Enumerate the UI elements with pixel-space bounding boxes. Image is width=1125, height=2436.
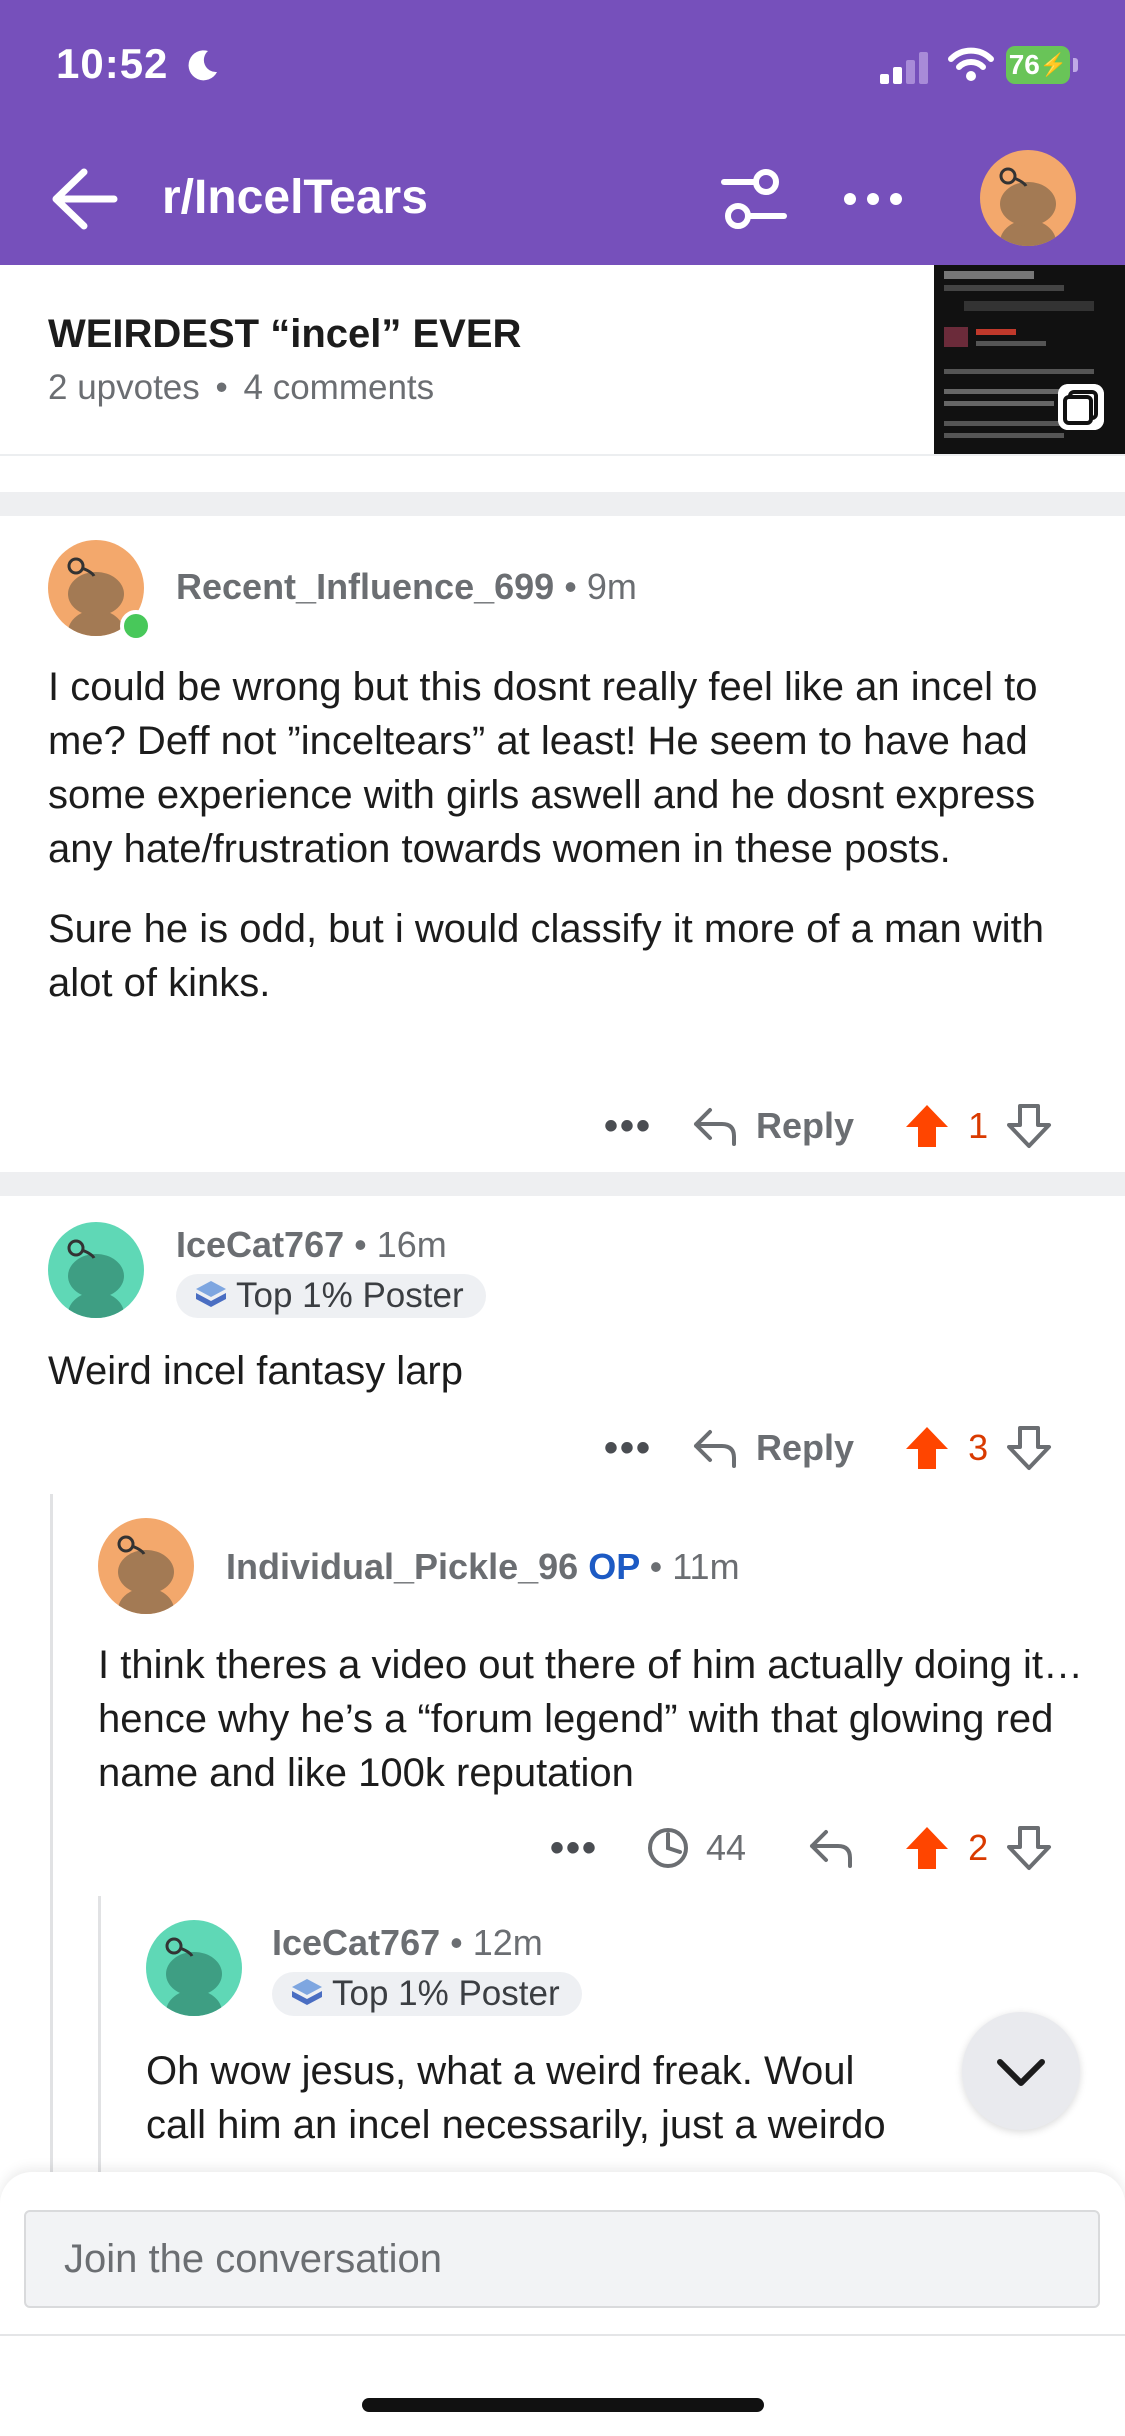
section-divider [0, 492, 1125, 516]
username[interactable]: IceCat767 [272, 1922, 440, 1963]
vote-count: 2 [968, 1827, 989, 1868]
status-time: 10:52 [56, 40, 169, 87]
more-options-icon[interactable] [840, 176, 906, 222]
snoo-avatar-icon [165, 1937, 222, 2016]
upvote-icon[interactable] [904, 1425, 950, 1471]
commenter-avatar[interactable] [98, 1518, 194, 1614]
comment-paragraph: I could be wrong but this dosnt really f… [48, 665, 1038, 871]
filter-sort-icon[interactable] [718, 164, 790, 236]
comment-paragraph: Sure he is odd, but i would classify it … [48, 907, 1045, 1005]
snoo-avatar-icon [67, 1239, 124, 1318]
comment-paragraph: I think theres a video out there of him … [98, 1643, 1083, 1795]
reply-icon[interactable] [692, 1106, 738, 1146]
join-conversation-input[interactable]: Join the conversation [24, 2210, 1100, 2308]
comment-time: 12m [472, 1922, 543, 1963]
reply-icon[interactable] [808, 1828, 854, 1868]
username[interactable]: Individual_Pickle_96 [226, 1546, 578, 1587]
comment-paragraph: call him an incel necessarily, just a we… [146, 2103, 886, 2147]
downvote-icon[interactable] [1006, 1425, 1052, 1471]
comment-header: Recent_Influence_699 • 9m [176, 566, 637, 607]
comment-header: Individual_Pickle_96 OP • 11m [226, 1546, 740, 1587]
comment-count: 4 comments [243, 368, 435, 407]
battery-level: 76 [1008, 49, 1040, 80]
reply-button[interactable]: Reply [756, 1427, 854, 1469]
composer-placeholder: Join the conversation [64, 2236, 443, 2281]
upvote-icon[interactable] [904, 1103, 950, 1149]
battery-indicator: 76 ⚡ [1006, 46, 1078, 86]
post-title[interactable]: WEIRDEST “incel” EVER [48, 312, 521, 357]
username[interactable]: IceCat767 [176, 1224, 344, 1265]
section-divider [0, 1172, 1125, 1196]
reply-icon[interactable] [692, 1428, 738, 1468]
thread-line[interactable] [50, 1494, 53, 2174]
comment-time: 11m [672, 1546, 740, 1587]
comment-body: I could be wrong but this dosnt really f… [48, 660, 1078, 1010]
commenter-avatar[interactable] [48, 1222, 144, 1318]
comment-header: IceCat767 • 16m [176, 1224, 447, 1265]
reply-button[interactable]: Reply [756, 1105, 854, 1147]
top-poster-badge-icon [292, 1979, 322, 2005]
divider [0, 454, 1125, 456]
comment-actions: ••• 44 2 [550, 1820, 1052, 1876]
comment-actions: ••• Reply 3 [604, 1420, 1052, 1476]
subreddit-title[interactable]: r/IncelTears [162, 170, 428, 225]
more-options-icon[interactable]: ••• [604, 1426, 652, 1471]
online-status-dot [120, 610, 152, 642]
commenter-avatar[interactable] [146, 1920, 242, 2016]
home-indicator[interactable] [362, 2398, 764, 2412]
snoo-avatar-icon [117, 1535, 174, 1614]
more-options-icon[interactable]: ••• [550, 1826, 598, 1871]
comment-paragraph: Weird incel fantasy larp [48, 1349, 463, 1393]
comment-time: 9m [586, 566, 637, 607]
back-arrow-icon[interactable] [48, 166, 120, 232]
top-app-bar: 10:52 76 ⚡ r/IncelTears [0, 0, 1125, 265]
chevron-down-icon [997, 2059, 1045, 2086]
comment-time: 16m [376, 1224, 447, 1265]
user-avatar[interactable] [980, 150, 1076, 246]
op-badge: OP [588, 1546, 640, 1587]
downvote-icon[interactable] [1006, 1825, 1052, 1871]
flair-text: Top 1% Poster [332, 1974, 560, 2013]
next-comment-button[interactable] [962, 2012, 1080, 2130]
comment-body: Oh wow jesus, what a weird freak. Woul c… [146, 2044, 1046, 2152]
user-flair: Top 1% Poster [272, 1972, 582, 2016]
meta-separator: • [215, 368, 228, 407]
comment-paragraph: Oh wow jesus, what a weird freak. Woul [146, 2049, 855, 2093]
signal-icon [880, 52, 928, 84]
vote-count: 3 [968, 1427, 989, 1468]
comment-body: I think theres a video out there of him … [98, 1638, 1088, 1800]
comment-header: IceCat767 • 12m [272, 1922, 543, 1963]
more-options-icon[interactable]: ••• [604, 1104, 652, 1149]
comment-body: Weird incel fantasy larp [48, 1344, 1078, 1398]
username[interactable]: Recent_Influence_699 [176, 566, 554, 607]
user-flair: Top 1% Poster [176, 1274, 486, 1318]
award-count: 44 [706, 1827, 747, 1868]
wifi-icon [948, 47, 994, 81]
upvote-count: 2 upvotes [48, 368, 200, 407]
comment-actions: ••• Reply 1 [604, 1098, 1052, 1154]
post-meta: 2 upvotes • 4 comments [48, 368, 434, 408]
gallery-icon [1058, 384, 1104, 430]
top-poster-badge-icon [196, 1281, 226, 1307]
thread-line[interactable] [98, 1896, 101, 2174]
vote-count: 1 [968, 1105, 989, 1146]
award-icon[interactable] [646, 1826, 690, 1870]
upvote-icon[interactable] [904, 1825, 950, 1871]
downvote-icon[interactable] [1006, 1103, 1052, 1149]
divider [0, 2334, 1125, 2336]
moon-icon [188, 50, 217, 81]
flair-text: Top 1% Poster [236, 1276, 464, 1315]
snoo-avatar-icon [999, 167, 1056, 246]
